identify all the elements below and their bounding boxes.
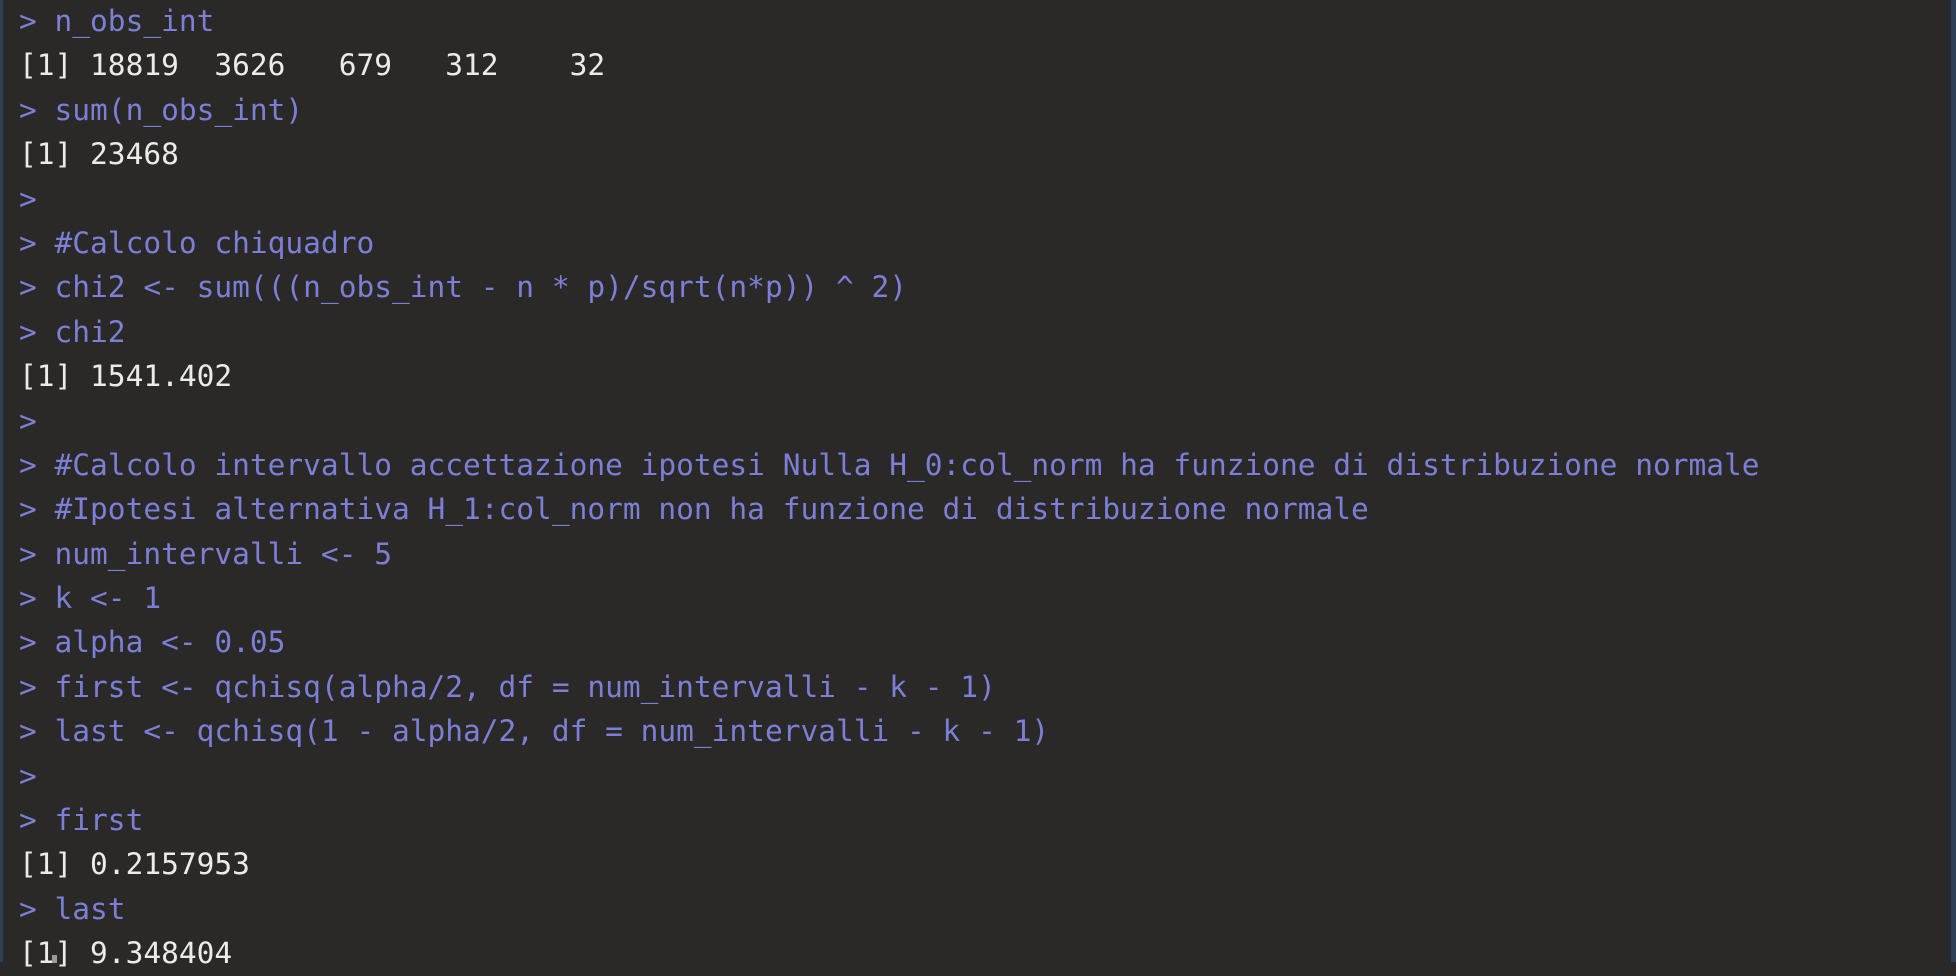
console-output-line: [1] 18819 3626 679 312 32 (19, 48, 606, 83)
console-input-line: > chi2 <- sum(((n_obs_int - n * p)/sqrt(… (19, 270, 908, 305)
console-input-line: > sum(n_obs_int) (19, 92, 304, 127)
console-output-line: [1] 9.348404 (19, 936, 233, 971)
console-input-line: > last (19, 891, 126, 926)
console-input-line: > (19, 181, 37, 216)
console-input-line: > num_intervalli <- 5 (19, 536, 392, 571)
r-console-output[interactable]: > n_obs_int [1] 18819 3626 679 312 32 > su… (19, 0, 1760, 976)
console-output-line: [1] 0.2157953 (19, 847, 250, 882)
console-input-line: > k <- 1 (19, 581, 162, 616)
console-input-line: > chi2 (19, 314, 126, 349)
console-input-line: > n_obs_int (19, 4, 215, 38)
console-input-line: > #Ipotesi alternativa H_1:col_norm non … (19, 492, 1369, 527)
console-output-line: [1] 23468 (19, 137, 179, 172)
console-input-line: > first <- qchisq(alpha/2, df = num_inte… (19, 669, 996, 704)
left-border (0, 0, 3, 962)
console-output-line: [1] 1541.402 (19, 359, 233, 394)
console-input-line: > #Calcolo chiquadro (19, 225, 375, 260)
console-input-line: > (19, 758, 37, 793)
console-input-line: > alpha <- 0.05 (19, 625, 286, 660)
console-input-line: > #Calcolo intervallo accettazione ipote… (19, 447, 1760, 482)
right-border (1950, 0, 1956, 962)
console-input-line: > last <- qchisq(1 - alpha/2, df = num_i… (19, 714, 1050, 749)
console-input-line: > (19, 403, 37, 438)
console-input-line: > first (19, 803, 144, 838)
